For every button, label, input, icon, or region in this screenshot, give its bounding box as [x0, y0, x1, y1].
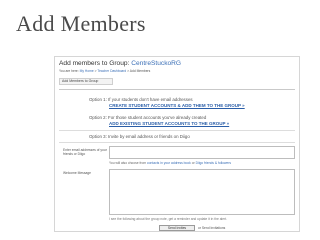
dialog-title: Add members to Group: CentreStuckoRG: [59, 60, 181, 67]
send-invites-button[interactable]: Send Invites: [159, 225, 195, 231]
address-book-link[interactable]: contacts in your address book: [147, 161, 191, 165]
email-hint-middle: or: [191, 161, 195, 165]
email-label: Enter email addresses of your friends or…: [63, 148, 107, 157]
diigo-friends-link[interactable]: Diigo friends & followers: [196, 161, 231, 165]
add-existing-accounts-link[interactable]: ADD EXISTING STUDENT ACCOUNTS TO THE GRO…: [109, 121, 229, 126]
add-members-screenshot: Add members to Group: CentreStuckoRG You…: [54, 56, 300, 232]
option1-text: Option 1: If your students don't have em…: [89, 97, 193, 102]
email-input[interactable]: [109, 146, 295, 159]
dialog-title-prefix: Add members to Group:: [59, 60, 130, 67]
after-button-text: or Send Invitations: [198, 226, 226, 230]
breadcrumb-current: Add Members: [129, 69, 151, 73]
footer-note: I see the following about the group note…: [109, 217, 228, 221]
breadcrumb: You are here: My Home > Teacher Dashboar…: [59, 69, 151, 73]
header-divider: [59, 89, 295, 90]
email-hint-prefix: You will also choose from: [109, 161, 147, 165]
breadcrumb-prefix: You are here:: [59, 69, 79, 73]
breadcrumb-link-dashboard[interactable]: Teacher Dashboard: [97, 69, 126, 73]
tab-add-members[interactable]: Add Members to Group: [59, 78, 113, 85]
group-name-link[interactable]: CentreStuckoRG: [131, 60, 181, 67]
create-student-accounts-link[interactable]: CREATE STUDENT ACCOUNTS & ADD THEM TO TH…: [109, 103, 245, 108]
email-hint: You will also choose from contacts in yo…: [109, 161, 231, 165]
slide-title: Add Members: [16, 11, 146, 36]
invite-divider: [59, 142, 295, 143]
welcome-message-textarea[interactable]: [109, 169, 295, 215]
options-divider: [59, 130, 295, 131]
welcome-message-label: Welcome Message: [63, 171, 91, 175]
option2-text: Option 2: For those student accounts you…: [89, 115, 207, 120]
breadcrumb-link-home[interactable]: My Home: [80, 69, 94, 73]
option3-text: Option 3: Invite by email address or fri…: [89, 134, 190, 139]
